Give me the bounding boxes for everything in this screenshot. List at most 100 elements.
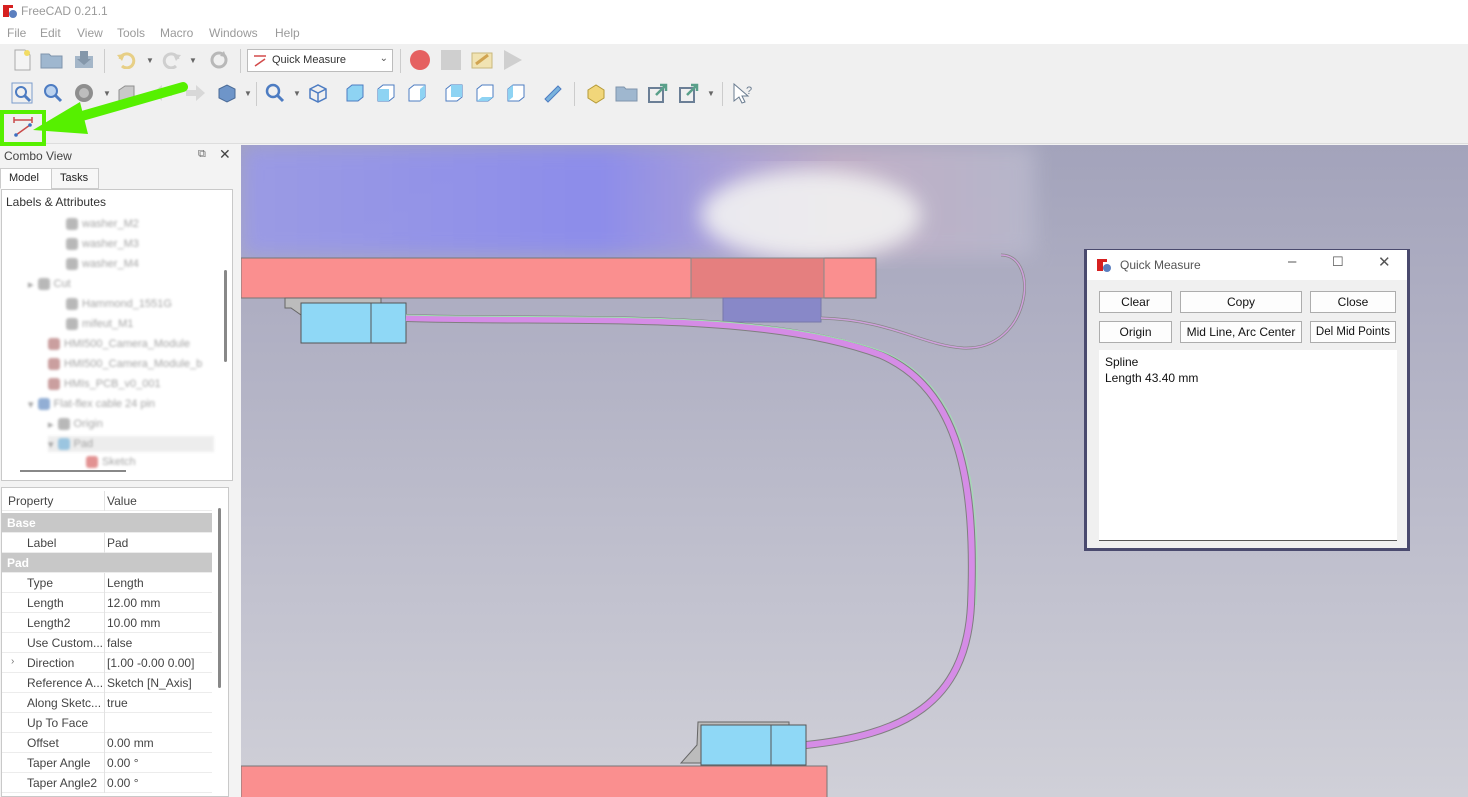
workbench-selector[interactable]: Quick Measure ⌄ <box>247 49 393 72</box>
right-view-icon[interactable] <box>405 81 429 105</box>
edit-macro-icon[interactable] <box>470 48 494 72</box>
maximize-icon[interactable]: ☐ <box>1332 254 1344 270</box>
tree-scrollbar[interactable] <box>224 270 227 362</box>
property-row-up-to-face[interactable]: Up To Face <box>2 713 212 733</box>
property-row-reference-axis[interactable]: Reference A... Sketch [N_Axis] <box>2 673 212 693</box>
property-value[interactable]: true <box>107 696 128 710</box>
del-mid-points-button[interactable]: Del Mid Points <box>1310 321 1396 343</box>
tree-item[interactable]: HMIs_PCB_v0_001 <box>48 376 161 392</box>
menu-view[interactable]: View <box>77 26 103 40</box>
make-link-icon[interactable] <box>646 81 670 105</box>
bottom-view-icon[interactable] <box>473 81 497 105</box>
origin-button[interactable]: Origin <box>1099 321 1172 343</box>
tree-item[interactable]: washer_M4 <box>66 256 139 272</box>
run-macro-icon[interactable] <box>500 48 524 72</box>
flex-cable-outline[interactable] <box>405 314 976 749</box>
create-part-icon[interactable] <box>584 81 608 105</box>
close-button[interactable]: Close <box>1310 291 1396 313</box>
property-row-taper-angle[interactable]: Taper Angle 0.00 ° <box>2 753 212 773</box>
close-panel-icon[interactable]: ✕ <box>219 146 231 163</box>
property-row-along-sketch[interactable]: Along Sketc... true <box>2 693 212 713</box>
menu-tools[interactable]: Tools <box>117 26 145 40</box>
link-actions-dropdown-icon[interactable]: ▼ <box>707 89 715 98</box>
isometric-view-icon[interactable] <box>306 81 330 105</box>
property-value[interactable]: 10.00 mm <box>107 616 160 630</box>
tree-item[interactable]: HMI500_Camera_Module <box>48 336 190 352</box>
rear-view-icon[interactable] <box>442 81 466 105</box>
tree-item[interactable]: mifeut_M1 <box>66 316 133 332</box>
property-group-pad[interactable]: Pad <box>2 553 212 573</box>
whats-this-icon[interactable]: ? <box>731 81 755 105</box>
tree-item[interactable]: washer_M2 <box>66 216 139 232</box>
redo-dropdown-icon[interactable]: ▼ <box>189 56 197 65</box>
top-view-icon[interactable] <box>374 81 398 105</box>
close-icon[interactable]: ✕ <box>1378 253 1391 271</box>
bottom-board-part[interactable] <box>241 765 828 797</box>
property-value[interactable]: Pad <box>107 536 128 550</box>
property-row-taper-angle2[interactable]: Taper Angle2 0.00 ° <box>2 773 212 793</box>
property-row-offset[interactable]: Offset 0.00 mm <box>2 733 212 753</box>
measure-distance-icon[interactable] <box>540 81 564 105</box>
property-group-base[interactable]: Base <box>2 513 212 533</box>
tree-item[interactable]: washer_M3 <box>66 236 139 252</box>
property-value[interactable]: false <box>107 636 132 650</box>
undo-icon[interactable] <box>114 48 138 72</box>
measurement-output[interactable]: Spline Length 43.40 mm <box>1099 350 1397 541</box>
top-connector-part[interactable] <box>722 297 822 323</box>
property-scrollbar[interactable] <box>218 508 221 688</box>
save-icon[interactable] <box>72 48 96 72</box>
tree-item[interactable]: Hammond_1551G <box>66 296 172 312</box>
new-document-icon[interactable] <box>10 48 34 72</box>
property-row-length[interactable]: Length 12.00 mm <box>2 593 212 613</box>
std-views-dropdown-icon[interactable]: ▼ <box>244 89 252 98</box>
property-value[interactable]: Sketch [N_Axis] <box>107 676 192 690</box>
property-value[interactable]: Length <box>107 576 144 590</box>
refresh-icon[interactable] <box>207 48 231 72</box>
left-view-icon[interactable] <box>504 81 528 105</box>
float-panel-icon[interactable]: ⧉ <box>198 148 206 161</box>
property-value[interactable]: 0.00 ° <box>107 756 139 770</box>
redo-icon[interactable] <box>160 48 184 72</box>
mid-line-arc-center-button[interactable]: Mid Line, Arc Center <box>1180 321 1302 343</box>
tree-item[interactable]: ▾ Flat-flex cable 24 pin <box>28 396 155 412</box>
link-actions-icon[interactable] <box>677 81 701 105</box>
open-folder-icon[interactable] <box>40 48 64 72</box>
expand-chevron-icon[interactable]: › <box>11 656 14 667</box>
std-views-icon[interactable] <box>215 81 239 105</box>
minimize-icon[interactable]: – <box>1288 253 1296 270</box>
property-row-type[interactable]: Type Length <box>2 573 212 593</box>
tree-item[interactable]: ▸ Cut <box>28 276 71 292</box>
property-row-use-custom[interactable]: Use Custom... false <box>2 633 212 653</box>
top-flex-connector[interactable] <box>370 302 407 344</box>
tree-item[interactable]: HMI500_Camera_Module_b <box>48 356 202 372</box>
copy-button[interactable]: Copy <box>1180 291 1302 313</box>
menu-edit[interactable]: Edit <box>40 26 61 40</box>
tree-hscrollbar[interactable] <box>20 470 126 472</box>
property-value[interactable]: 0.00 ° <box>107 776 139 790</box>
property-row-direction[interactable]: › Direction [1.00 -0.00 0.00] <box>2 653 212 673</box>
zoom-icon[interactable] <box>263 81 287 105</box>
clear-button[interactable]: Clear <box>1099 291 1172 313</box>
undo-dropdown-icon[interactable]: ▼ <box>146 56 154 65</box>
stop-macro-icon[interactable] <box>439 48 463 72</box>
zoom-dropdown-icon[interactable]: ▼ <box>293 89 301 98</box>
menu-help[interactable]: Help <box>275 26 300 40</box>
bottom-flex-connector[interactable] <box>770 724 807 766</box>
menu-file[interactable]: File <box>7 26 26 40</box>
record-macro-icon[interactable] <box>408 48 432 72</box>
property-value[interactable]: [1.00 -0.00 0.00] <box>107 656 194 670</box>
menu-windows[interactable]: Windows <box>209 26 258 40</box>
tab-model[interactable]: Model <box>0 168 52 189</box>
tab-tasks[interactable]: Tasks <box>51 168 99 189</box>
top-board-part[interactable] <box>690 257 825 299</box>
property-value[interactable]: 0.00 mm <box>107 736 154 750</box>
front-view-icon[interactable] <box>343 81 367 105</box>
menu-macro[interactable]: Macro <box>160 26 193 40</box>
tree-item[interactable]: Sketch <box>86 454 136 470</box>
tree-item[interactable]: ▸ Origin <box>48 416 103 432</box>
property-row-label[interactable]: Label Pad <box>2 533 212 553</box>
create-group-icon[interactable] <box>615 81 639 105</box>
property-row-length2[interactable]: Length2 10.00 mm <box>2 613 212 633</box>
property-value[interactable]: 12.00 mm <box>107 596 160 610</box>
flex-cable-selected-spline[interactable] <box>405 315 975 748</box>
